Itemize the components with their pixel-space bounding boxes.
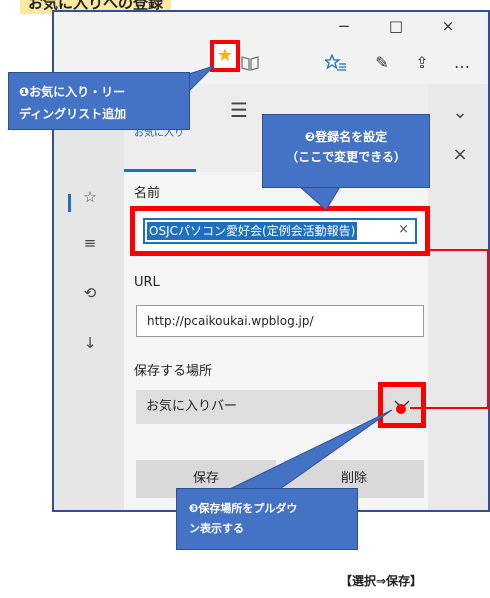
chevron-down-icon[interactable]: ⌄ — [428, 102, 488, 123]
reading-view-icon[interactable] — [238, 50, 262, 76]
pen-icon[interactable]: ✎ — [370, 50, 394, 76]
name-label: 名前 — [134, 186, 161, 201]
name-input[interactable]: OSJCパソコン愛好会(定例会活動報告) × — [143, 218, 417, 244]
connector-dot — [396, 404, 406, 414]
add-favorite-star-icon[interactable]: ★ — [210, 40, 240, 72]
callout-three-line1: ❸保存場所をプルダウ — [189, 502, 298, 515]
callout-one-line2: ディングリスト追加 — [19, 107, 127, 121]
callout-dropdown: ❸保存場所をプルダウ ン表示する — [176, 488, 358, 550]
share-icon[interactable]: ⇪ — [410, 50, 434, 76]
caption: 【選択⇒保存】 — [340, 574, 423, 588]
name-field-highlight: OSJCパソコン愛好会(定例会活動報告) × — [130, 206, 430, 256]
more-icon[interactable]: … — [450, 50, 474, 76]
save-location-label: 保存する場所 — [134, 364, 213, 379]
hub-favorites-icon[interactable] — [323, 50, 348, 76]
name-input-value: OSJCパソコン愛好会(定例会活動報告) — [147, 222, 358, 240]
maximize-button[interactable]: □ — [376, 12, 416, 40]
callout-add-favorite: ❶お気に入り・リー ディングリスト追加 — [8, 72, 190, 130]
close-window-button[interactable]: × — [428, 12, 468, 40]
callout-one-line1: ❶お気に入り・リー — [19, 85, 126, 99]
callout-three-line2: ン表示する — [189, 522, 244, 535]
minimize-button[interactable]: − — [324, 12, 364, 40]
favorites-star-icon[interactable]: ☆ — [76, 188, 104, 206]
page-behind — [54, 102, 126, 510]
selected-side-indicator — [68, 194, 71, 212]
downloads-icon[interactable]: ↓ — [76, 334, 104, 352]
callout-set-name: ❷登録名を設定 （ここで変更できる） — [262, 114, 430, 188]
callout-two-line1: ❷登録名を設定 — [304, 130, 388, 144]
callout-two-line2: （ここで変更できる） — [286, 150, 406, 164]
right-pane: ⌄ × — [428, 84, 488, 510]
clear-icon[interactable]: × — [398, 222, 409, 237]
title-bar: − □ × — [54, 12, 488, 40]
active-tab-indicator — [124, 169, 196, 172]
url-input[interactable]: http://pcaikoukai.wpblog.jp/ — [136, 305, 424, 337]
reading-list-side-icon[interactable]: ≡ — [76, 234, 104, 252]
close-pane-icon[interactable]: × — [428, 144, 488, 165]
history-icon[interactable]: ⟲ — [76, 284, 104, 302]
url-label: URL — [134, 275, 160, 290]
